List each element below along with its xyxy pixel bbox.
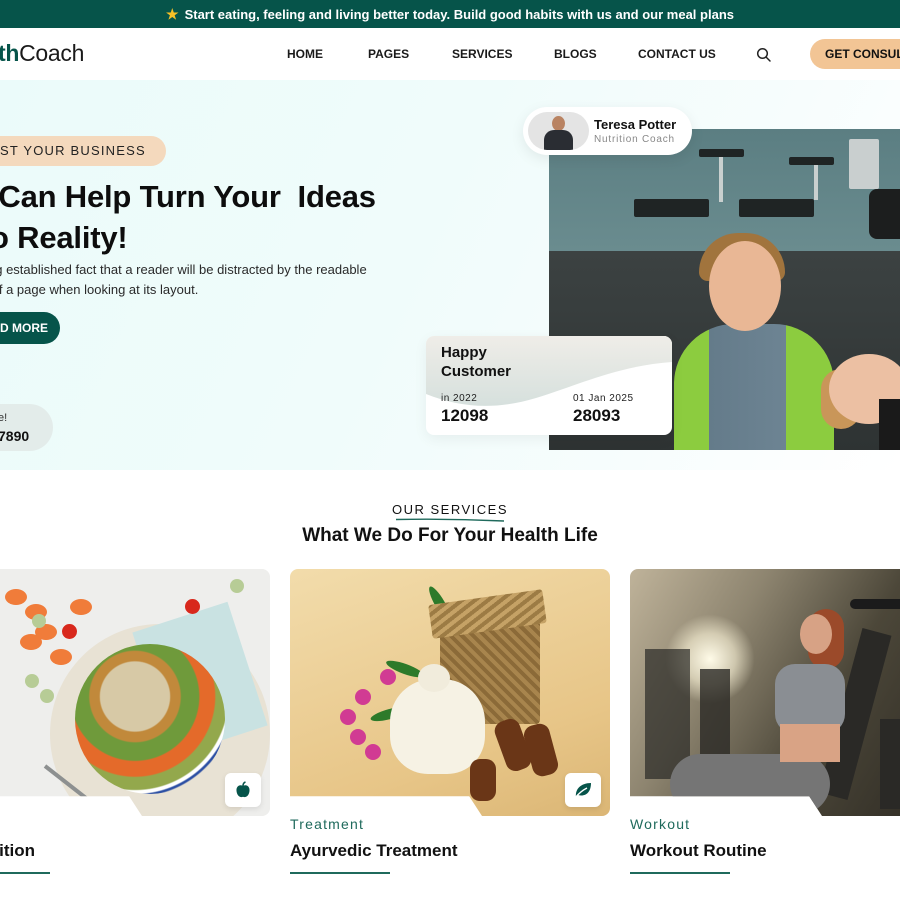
apple-icon bbox=[236, 781, 250, 798]
search-icon[interactable] bbox=[756, 47, 772, 63]
hero-headline: Can Help Turn Your Ideas o Reality! bbox=[0, 176, 430, 258]
hero-tag: ST YOUR BUSINESS bbox=[0, 136, 166, 166]
logo[interactable]: thCoach bbox=[0, 40, 84, 67]
get-consultation-button[interactable]: GET CONSULT bbox=[810, 39, 900, 69]
cherry-tomato bbox=[185, 599, 200, 614]
card-underline bbox=[630, 872, 730, 874]
nav-blogs[interactable]: BLOGS bbox=[554, 47, 597, 61]
bench-leg bbox=[814, 165, 818, 200]
hero-section: ST YOUR BUSINESS Can Help Turn Your Idea… bbox=[0, 80, 900, 470]
service-card-ayurvedic[interactable]: Treatment Ayurvedic Treatment bbox=[290, 569, 610, 879]
person-midriff bbox=[780, 724, 840, 762]
announcement-text: Start eating, feeling and living better … bbox=[184, 6, 734, 22]
announcement-bar: ★ Start eating, feeling and living bette… bbox=[0, 0, 900, 28]
coach-profile-chip[interactable]: Teresa Potter Nutrition Coach bbox=[523, 107, 692, 155]
leaf-icon-badge[interactable] bbox=[565, 773, 601, 807]
trainer-head bbox=[709, 241, 781, 331]
card-category: Workout bbox=[630, 816, 691, 832]
cinnamon-stick bbox=[521, 721, 561, 779]
nav-home[interactable]: HOME bbox=[287, 47, 323, 61]
eyebrow-underline bbox=[396, 518, 504, 522]
carrot-slice bbox=[20, 634, 42, 650]
card-category: Treatment bbox=[290, 816, 365, 832]
gym-bench bbox=[739, 199, 814, 217]
leaf-icon bbox=[574, 783, 591, 799]
services-eyebrow: OUR SERVICES bbox=[391, 502, 508, 517]
carrot-slice bbox=[50, 649, 72, 665]
carrot-slice bbox=[70, 599, 92, 615]
gym-bench bbox=[789, 157, 834, 165]
read-more-button[interactable]: D MORE bbox=[0, 312, 60, 344]
hero-headline-line2: o Reality! bbox=[0, 220, 128, 255]
stat-value-2022: 12098 bbox=[441, 406, 489, 425]
coach-avatar bbox=[528, 112, 589, 150]
main-navigation: thCoach HOME PAGES SERVICES BLOGS CONTAC… bbox=[0, 28, 900, 80]
bench-leg bbox=[719, 157, 723, 202]
workout-image bbox=[630, 569, 900, 816]
herbal-pouch-top bbox=[418, 664, 450, 692]
logo-text: Coach bbox=[19, 40, 85, 66]
gym-machine bbox=[880, 719, 900, 809]
press-handle bbox=[850, 599, 900, 609]
card-underline bbox=[290, 872, 390, 874]
cherry-tomato bbox=[62, 624, 77, 639]
avatar-torso bbox=[544, 130, 573, 150]
card-underline bbox=[0, 872, 50, 874]
brussels-sprout bbox=[40, 689, 54, 703]
pink-flower bbox=[380, 669, 396, 685]
gym-machine bbox=[849, 139, 879, 189]
card-title[interactable]: Workout Routine bbox=[630, 841, 767, 861]
pink-flower bbox=[365, 744, 381, 760]
brussels-sprout bbox=[25, 674, 39, 688]
dumbbell bbox=[869, 189, 900, 239]
stat-label-2022: in 2022 bbox=[441, 393, 478, 404]
person-legs bbox=[670, 754, 830, 814]
cinnamon-stick bbox=[470, 759, 496, 801]
apple-icon-badge[interactable] bbox=[225, 773, 261, 807]
ayurvedic-image bbox=[290, 569, 610, 816]
happy-customer-card: Happy Customer in 2022 12098 01 Jan 2025… bbox=[426, 336, 672, 435]
nav-services[interactable]: SERVICES bbox=[452, 47, 512, 61]
card-title[interactable]: Ayurvedic Treatment bbox=[290, 841, 458, 861]
call-number: 7890 bbox=[0, 428, 30, 444]
herbal-pouch bbox=[390, 679, 485, 774]
avatar-head bbox=[552, 116, 565, 131]
service-card-nutrition[interactable]: s Nutrition bbox=[0, 569, 270, 879]
card-title[interactable]: s Nutrition bbox=[0, 841, 35, 861]
pink-flower bbox=[340, 709, 356, 725]
carrot-slice bbox=[5, 589, 27, 605]
client-body bbox=[879, 399, 900, 450]
nav-pages[interactable]: PAGES bbox=[368, 47, 409, 61]
call-us-pill[interactable]: e! 7890 bbox=[0, 404, 53, 451]
stat-label-2025: 01 Jan 2025 bbox=[573, 393, 634, 404]
salad-bowl bbox=[75, 644, 225, 794]
hero-headline-line1: Can Help Turn Your Ideas bbox=[0, 179, 376, 214]
person-head bbox=[800, 614, 832, 654]
hero-description: ng established fact that a reader will b… bbox=[0, 260, 418, 300]
pink-flower bbox=[350, 729, 366, 745]
nav-contact-us[interactable]: CONTACT US bbox=[638, 47, 716, 61]
coach-name: Teresa Potter bbox=[594, 117, 677, 132]
gym-bench bbox=[699, 149, 744, 157]
stat-value-2025: 28093 bbox=[573, 406, 621, 425]
call-label: e! bbox=[0, 412, 8, 424]
brussels-sprout bbox=[230, 579, 244, 593]
stats-title: Happy Customer bbox=[441, 344, 512, 380]
trainer-body bbox=[674, 324, 834, 450]
service-card-workout[interactable]: Workout Workout Routine bbox=[630, 569, 900, 879]
coach-role: Nutrition Coach bbox=[594, 134, 675, 145]
hero-description-line2: of a page when looking at its layout. bbox=[0, 282, 199, 297]
brussels-sprout bbox=[32, 614, 46, 628]
star-icon: ★ bbox=[166, 5, 179, 22]
pink-flower bbox=[355, 689, 371, 705]
services-title: What We Do For Your Health Life bbox=[302, 525, 598, 546]
gym-bench bbox=[634, 199, 709, 217]
logo-accent: th bbox=[0, 40, 20, 66]
hero-description-line1: ng established fact that a reader will b… bbox=[0, 262, 367, 277]
